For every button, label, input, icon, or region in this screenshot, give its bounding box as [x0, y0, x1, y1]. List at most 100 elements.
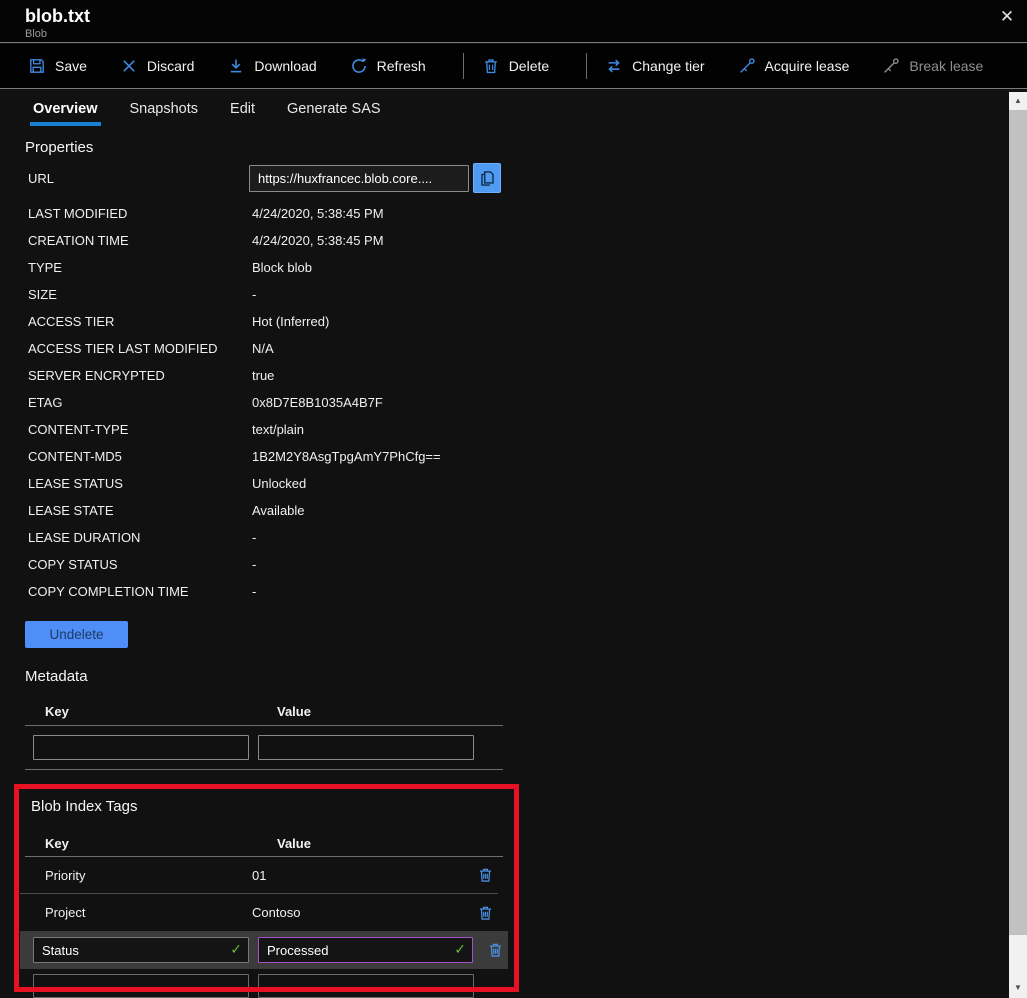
- tab-overview[interactable]: Overview: [30, 99, 101, 126]
- property-value: N/A: [252, 341, 274, 356]
- metadata-key-input[interactable]: [33, 735, 249, 760]
- copy-icon: [479, 170, 496, 187]
- tag-row: Priority01: [20, 857, 498, 894]
- property-label: LEASE DURATION: [28, 530, 252, 545]
- property-label: CONTENT-TYPE: [28, 422, 252, 437]
- property-row: LAST MODIFIED4/24/2020, 5:38:45 PM: [28, 200, 1008, 227]
- tab-bar: Overview Snapshots Edit Generate SAS: [0, 90, 1008, 126]
- delete-tag-button[interactable]: [472, 901, 498, 925]
- change-tier-icon: [605, 57, 623, 75]
- acquire-lease-button[interactable]: Acquire lease: [738, 57, 850, 75]
- download-button[interactable]: Download: [227, 57, 316, 75]
- property-row: CREATION TIME4/24/2020, 5:38:45 PM: [28, 227, 1008, 254]
- undelete-button[interactable]: Undelete: [25, 621, 128, 648]
- scroll-up-icon[interactable]: ▲: [1009, 92, 1027, 109]
- change-tier-button[interactable]: Change tier: [605, 57, 704, 75]
- property-value: -: [252, 530, 256, 545]
- property-row: COPY COMPLETION TIME-: [28, 578, 1008, 605]
- tag-key: Priority: [20, 868, 252, 883]
- property-row: ETAG0x8D7E8B1035A4B7F: [28, 389, 1008, 416]
- metadata-heading: Metadata: [25, 668, 1008, 685]
- break-lease-icon: [882, 57, 900, 75]
- tag-key-new-input[interactable]: [33, 974, 249, 998]
- tag-key: Project: [20, 905, 252, 920]
- tab-generate-sas[interactable]: Generate SAS: [284, 99, 384, 126]
- discard-button[interactable]: Discard: [120, 57, 194, 75]
- property-row: SERVER ENCRYPTEDtrue: [28, 362, 1008, 389]
- property-label: ACCESS TIER LAST MODIFIED: [28, 341, 252, 356]
- acquire-lease-icon: [738, 57, 756, 75]
- property-label: SIZE: [28, 287, 252, 302]
- property-row: LEASE DURATION-: [28, 524, 1008, 551]
- delete-tag-button[interactable]: [482, 938, 508, 962]
- url-label: URL: [28, 171, 249, 186]
- metadata-header-row: Key Value: [45, 704, 1008, 719]
- property-value: true: [252, 368, 274, 383]
- property-value: text/plain: [252, 422, 304, 437]
- property-list: LAST MODIFIED4/24/2020, 5:38:45 PMCREATI…: [28, 200, 1008, 605]
- metadata-key-header: Key: [45, 704, 277, 719]
- download-icon: [227, 57, 245, 75]
- scroll-down-icon[interactable]: ▼: [1009, 979, 1027, 996]
- property-value: Hot (Inferred): [252, 314, 329, 329]
- url-input[interactable]: [249, 165, 469, 192]
- toolbar: Save Discard Download Refresh Delete Change t…: [0, 44, 1027, 89]
- main-content: OverviewSnapshotsEditGenerate SAS Proper…: [0, 90, 1008, 998]
- metadata-new-row: [33, 735, 1008, 760]
- toolbar-item-label: Change tier: [632, 58, 704, 74]
- property-value: 1B2M2Y8AsgTpgAmY7PhCfg==: [252, 449, 441, 464]
- property-row: LEASE STATUSUnlocked: [28, 470, 1008, 497]
- toolbar-item-label: Download: [254, 58, 316, 74]
- property-label: LEASE STATE: [28, 503, 252, 518]
- property-row: COPY STATUS-: [28, 551, 1008, 578]
- property-label: COPY COMPLETION TIME: [28, 584, 252, 599]
- tag-value-new-input[interactable]: [258, 974, 474, 998]
- tag-row: ProjectContoso: [20, 894, 498, 931]
- save-button[interactable]: Save: [28, 57, 87, 75]
- property-value: -: [252, 557, 256, 572]
- property-value: 4/24/2020, 5:38:45 PM: [252, 233, 384, 248]
- tag-key-edit-input[interactable]: [33, 937, 249, 963]
- toolbar-separator: [463, 53, 464, 79]
- property-label: LAST MODIFIED: [28, 206, 252, 221]
- tags-key-header: Key: [45, 836, 277, 851]
- toolbar-separator: [586, 53, 587, 79]
- tag-value: Contoso: [252, 905, 472, 920]
- tab-edit[interactable]: Edit: [227, 99, 258, 126]
- delete-tag-button[interactable]: [472, 863, 498, 887]
- metadata-value-input[interactable]: [258, 735, 474, 760]
- vertical-scrollbar[interactable]: ▲ ▼: [1009, 92, 1027, 998]
- property-label: ACCESS TIER: [28, 314, 252, 329]
- tag-value-edit-input[interactable]: [258, 937, 473, 963]
- toolbar-item-label: Discard: [147, 58, 194, 74]
- trash-icon: [477, 904, 494, 922]
- tags-value-header: Value: [277, 836, 311, 851]
- page-subtitle: Blob: [25, 28, 47, 40]
- property-row: ACCESS TIER LAST MODIFIEDN/A: [28, 335, 1008, 362]
- property-row: SIZE-: [28, 281, 1008, 308]
- property-label: CREATION TIME: [28, 233, 252, 248]
- url-row: URL: [28, 163, 1008, 193]
- blob-index-tags-heading: Blob Index Tags: [31, 798, 1008, 815]
- tab-snapshots[interactable]: Snapshots: [127, 99, 202, 126]
- property-row: ACCESS TIERHot (Inferred): [28, 308, 1008, 335]
- trash-icon: [487, 941, 504, 959]
- toolbar-item-label: Acquire lease: [765, 58, 850, 74]
- close-icon[interactable]: ✕: [994, 4, 1020, 30]
- property-value: 0x8D7E8B1035A4B7F: [252, 395, 383, 410]
- tags-header-row: Key Value: [45, 836, 1008, 851]
- property-value: Unlocked: [252, 476, 306, 491]
- property-label: COPY STATUS: [28, 557, 252, 572]
- refresh-button[interactable]: Refresh: [350, 57, 426, 75]
- property-row: CONTENT-TYPEtext/plain: [28, 416, 1008, 443]
- scrollbar-thumb[interactable]: [1009, 110, 1027, 935]
- copy-url-button[interactable]: [473, 163, 501, 193]
- property-label: SERVER ENCRYPTED: [28, 368, 252, 383]
- break-lease-button[interactable]: Break lease: [882, 57, 983, 75]
- delete-button[interactable]: Delete: [482, 57, 549, 75]
- property-row: CONTENT-MD51B2M2Y8AsgTpgAmY7PhCfg==: [28, 443, 1008, 470]
- toolbar-item-label: Save: [55, 58, 87, 74]
- page-title: blob.txt: [25, 6, 90, 27]
- delete-icon: [482, 57, 500, 75]
- property-value: -: [252, 584, 256, 599]
